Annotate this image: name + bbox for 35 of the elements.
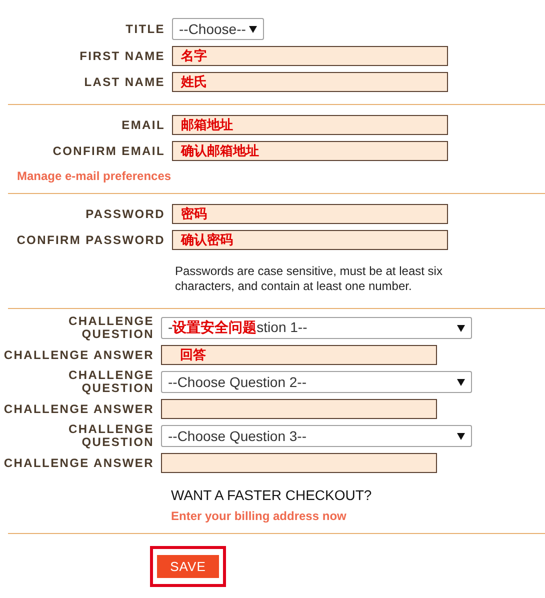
field-label: CONFIRM EMAIL — [52, 144, 165, 158]
answer-field[interactable] — [161, 453, 437, 473]
question-select[interactable]: --Choose Question 2-- — [161, 371, 472, 393]
text-field[interactable]: 姓氏 — [172, 72, 448, 92]
caret-icon — [457, 324, 465, 332]
answer-field[interactable] — [161, 399, 437, 419]
caret-icon — [457, 432, 465, 440]
field-label: FIRST NAME — [80, 50, 165, 62]
caret-icon — [249, 26, 257, 32]
text-field[interactable]: 密码 — [172, 204, 448, 224]
save-button[interactable]: SAVE — [157, 555, 219, 578]
field-label: CHALLENGE QUESTION — [68, 315, 154, 341]
title-select[interactable]: --Choose-- — [172, 18, 264, 40]
billing-address-link[interactable]: Enter your billing address now — [171, 509, 545, 523]
field-label: CHALLENGE QUESTION — [68, 369, 154, 395]
field-label: TITLE — [126, 22, 165, 36]
field-label: CHALLENGE ANSWER — [4, 348, 154, 362]
caret-icon — [457, 378, 465, 386]
text-field[interactable]: 确认邮箱地址 — [172, 141, 448, 161]
answer-field[interactable]: 回答 — [161, 345, 437, 365]
field-label: CHALLENGE QUESTION — [68, 423, 154, 449]
checkout-heading: WANT A FASTER CHECKOUT? — [171, 487, 373, 503]
text-field[interactable]: 名字 — [172, 46, 448, 66]
password-hint: Passwords are case sensitive, must be at least six characters, and contain at least one number. — [175, 264, 444, 294]
text-field[interactable]: 确认密码 — [172, 230, 448, 250]
question-select[interactable]: -设置安全问题stion 1-- — [161, 317, 472, 339]
text-field[interactable]: 邮箱地址 — [172, 115, 448, 135]
field-label: LAST NAME — [84, 76, 165, 88]
email-preferences-link[interactable]: Manage e-mail preferences — [17, 169, 172, 183]
field-label: CHALLENGE ANSWER — [4, 456, 154, 470]
field-label: CONFIRM PASSWORD — [16, 234, 165, 246]
field-label: EMAIL — [122, 118, 165, 132]
field-label: CHALLENGE ANSWER — [4, 402, 154, 416]
field-label: PASSWORD — [86, 208, 165, 220]
question-select[interactable]: --Choose Question 3-- — [161, 425, 472, 447]
